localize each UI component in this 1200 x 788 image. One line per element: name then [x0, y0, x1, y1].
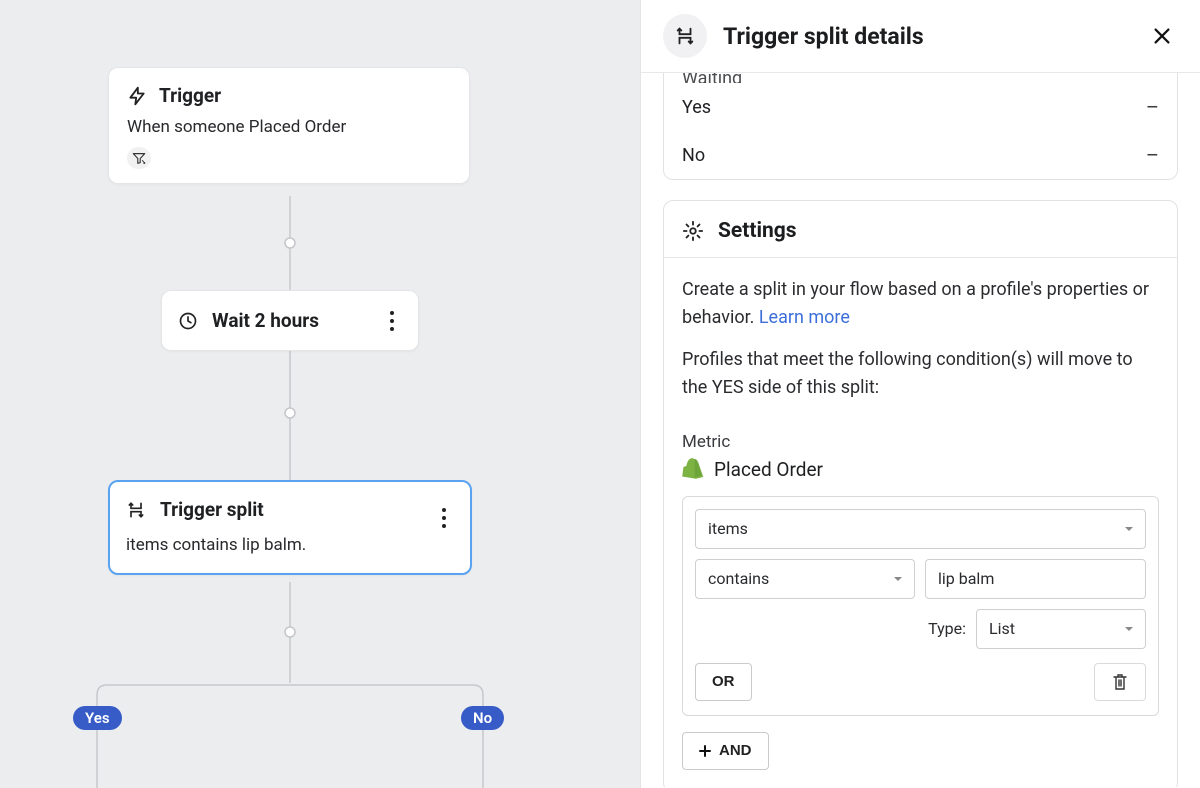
trash-icon [1112, 673, 1128, 691]
flow-canvas[interactable]: Trigger When someone Placed Order Wait 2… [0, 0, 640, 788]
or-button[interactable]: OR [695, 663, 752, 701]
trigger-title: Trigger [159, 84, 221, 107]
learn-more-link[interactable]: Learn more [759, 307, 850, 328]
chevron-down-icon [1123, 623, 1135, 635]
condition-property-select[interactable]: items [695, 509, 1146, 549]
condition-operator-select[interactable]: contains [695, 559, 915, 599]
chevron-down-icon [1123, 523, 1135, 535]
wait-label: Wait 2 hours [212, 309, 402, 332]
split-icon [674, 25, 696, 47]
stat-row-no: No – [664, 131, 1177, 179]
split-title: Trigger split [160, 498, 264, 521]
wait-card[interactable]: Wait 2 hours [161, 290, 419, 351]
metric-label: Metric [682, 432, 1159, 452]
settings-card: Settings Create a split in your flow bas… [663, 200, 1178, 787]
shopify-icon [682, 458, 704, 482]
stats-card: Waiting Yes – No – [663, 73, 1178, 180]
filter-icon [132, 152, 146, 165]
stat-row-yes: Yes – [664, 83, 1177, 131]
bolt-icon [127, 86, 147, 106]
split-description: items contains lip balm. [126, 535, 454, 555]
settings-help-text: Create a split in your flow based on a p… [682, 276, 1159, 332]
gear-icon [682, 220, 704, 242]
and-button[interactable]: AND [682, 732, 769, 770]
split-card-menu[interactable] [430, 504, 458, 532]
branch-no-badge[interactable]: No [461, 706, 504, 730]
split-icon [126, 500, 146, 520]
trigger-split-card[interactable]: Trigger split items contains lip balm. [108, 480, 472, 575]
branch-yes-badge[interactable]: Yes [73, 706, 122, 730]
settings-heading: Settings [718, 219, 797, 243]
condition-type-select[interactable]: List [976, 609, 1146, 649]
close-icon [1151, 25, 1173, 47]
condition-type-label: Type: [928, 619, 966, 638]
wait-card-menu[interactable] [378, 307, 406, 335]
stat-label-no: No [682, 145, 705, 166]
details-panel: Trigger split details Waiting Yes – No – [640, 0, 1200, 788]
trigger-description: When someone Placed Order [127, 117, 451, 137]
settings-condition-intro: Profiles that meet the following conditi… [682, 346, 1159, 402]
close-button[interactable] [1146, 20, 1178, 52]
filter-badge[interactable] [127, 147, 151, 169]
panel-header: Trigger split details [641, 0, 1200, 73]
panel-title: Trigger split details [723, 23, 1130, 50]
condition-value-input[interactable]: lip balm [925, 559, 1146, 599]
chevron-down-icon [892, 573, 904, 585]
condition-group: items contains lip balm Type: [682, 496, 1159, 716]
stat-label-yes: Yes [682, 97, 711, 118]
stat-value-yes: – [1146, 95, 1159, 119]
clock-icon [178, 311, 198, 331]
trigger-card[interactable]: Trigger When someone Placed Order [108, 67, 470, 184]
stat-row-waiting: Waiting [664, 73, 1177, 83]
metric-value: Placed Order [714, 458, 823, 481]
delete-condition-button[interactable] [1094, 663, 1146, 701]
panel-header-icon-wrap [663, 14, 707, 58]
plus-icon [699, 745, 711, 757]
metric-row: Placed Order [682, 458, 1159, 482]
stat-value-no: – [1146, 143, 1159, 167]
